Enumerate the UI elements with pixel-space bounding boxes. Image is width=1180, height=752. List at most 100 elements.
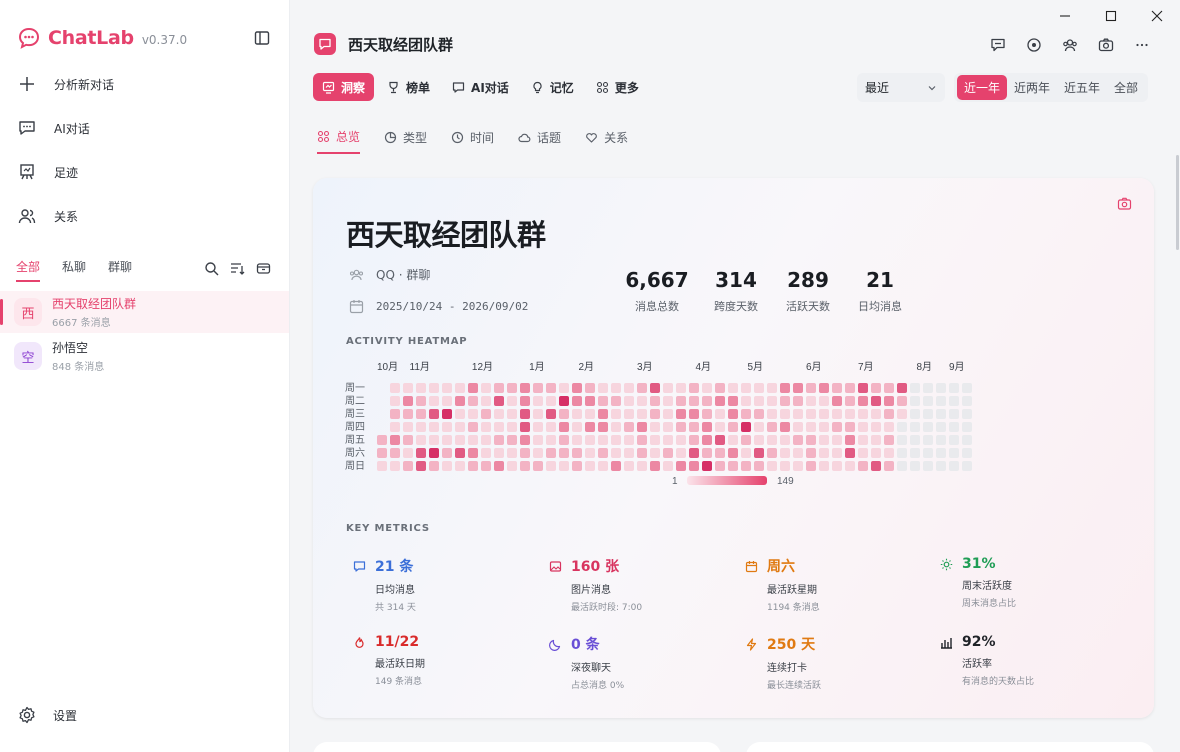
heatmap-cell[interactable] <box>650 461 660 471</box>
heatmap-cell[interactable] <box>858 422 868 432</box>
heatmap-cell[interactable] <box>637 435 647 445</box>
chat-list-item[interactable]: 空 孙悟空 848 条消息 <box>0 335 289 377</box>
heatmap-cell[interactable] <box>910 435 920 445</box>
subtab-overview[interactable]: 总览 <box>317 128 361 154</box>
heatmap-cell[interactable] <box>806 396 816 406</box>
range-1y[interactable]: 近一年 <box>957 75 1008 100</box>
heatmap-cell[interactable] <box>416 409 426 419</box>
heatmap-cell[interactable] <box>845 448 855 458</box>
heatmap-cell[interactable] <box>676 383 686 393</box>
heatmap-cell[interactable] <box>871 461 881 471</box>
heatmap-cell[interactable] <box>429 396 439 406</box>
heatmap-cell[interactable] <box>533 422 543 432</box>
heatmap-cell[interactable] <box>884 422 894 432</box>
heatmap-cell[interactable] <box>403 422 413 432</box>
heatmap-cell[interactable] <box>390 383 400 393</box>
heatmap-cell[interactable] <box>507 422 517 432</box>
heatmap-cell[interactable] <box>728 383 738 393</box>
maximize-button[interactable] <box>1088 8 1134 24</box>
heatmap-cell[interactable] <box>689 396 699 406</box>
subtab-type[interactable]: 类型 <box>384 128 427 154</box>
heatmap-cell[interactable] <box>923 448 933 458</box>
heatmap-cell[interactable] <box>754 435 764 445</box>
heatmap-cell[interactable] <box>819 435 829 445</box>
heatmap-cell[interactable] <box>871 396 881 406</box>
heatmap-cell[interactable] <box>962 409 972 419</box>
heatmap-cell[interactable] <box>390 396 400 406</box>
heatmap-cell[interactable] <box>728 461 738 471</box>
heatmap-cell[interactable] <box>611 435 621 445</box>
heatmap-cell[interactable] <box>923 409 933 419</box>
heatmap-cell[interactable] <box>377 435 387 445</box>
heatmap-cell[interactable] <box>429 422 439 432</box>
heatmap-cell[interactable] <box>741 461 751 471</box>
heatmap-cell[interactable] <box>559 461 569 471</box>
sidebar-toggle-icon[interactable] <box>254 30 270 46</box>
heatmap-cell[interactable] <box>754 448 764 458</box>
heatmap-cell[interactable] <box>403 396 413 406</box>
comment-icon[interactable] <box>990 37 1006 53</box>
heatmap-cell[interactable] <box>507 409 517 419</box>
heatmap-cell[interactable] <box>871 448 881 458</box>
heatmap-cell[interactable] <box>819 422 829 432</box>
heatmap-cell[interactable] <box>663 409 673 419</box>
heatmap-cell[interactable] <box>494 422 504 432</box>
heatmap-cell[interactable] <box>923 422 933 432</box>
heatmap-cell[interactable] <box>611 409 621 419</box>
heatmap-cell[interactable] <box>741 396 751 406</box>
heatmap-cell[interactable] <box>403 448 413 458</box>
heatmap-cell[interactable] <box>533 409 543 419</box>
heatmap-cell[interactable] <box>689 461 699 471</box>
heatmap-cell[interactable] <box>949 396 959 406</box>
more-icon[interactable] <box>1134 37 1150 53</box>
heatmap-cell[interactable] <box>390 448 400 458</box>
heatmap-cell[interactable] <box>871 435 881 445</box>
heatmap-cell[interactable] <box>494 435 504 445</box>
heatmap-cell[interactable] <box>962 396 972 406</box>
heatmap-cell[interactable] <box>923 383 933 393</box>
heatmap-cell[interactable] <box>832 396 842 406</box>
heatmap-cell[interactable] <box>520 422 530 432</box>
heatmap-cell[interactable] <box>962 435 972 445</box>
heatmap-cell[interactable] <box>481 435 491 445</box>
heatmap-cell[interactable] <box>884 448 894 458</box>
heatmap-cell[interactable] <box>949 435 959 445</box>
range-5y[interactable]: 近五年 <box>1057 75 1107 100</box>
heatmap-cell[interactable] <box>637 383 647 393</box>
heatmap-cell[interactable] <box>715 422 725 432</box>
tab-more[interactable]: 更多 <box>587 73 648 101</box>
tab-memory[interactable]: 记忆 <box>522 73 583 101</box>
heatmap-cell[interactable] <box>780 461 790 471</box>
heatmap-cell[interactable] <box>390 409 400 419</box>
heatmap-cell[interactable] <box>884 383 894 393</box>
heatmap-cell[interactable] <box>728 435 738 445</box>
heatmap-cell[interactable] <box>897 409 907 419</box>
heatmap-cell[interactable] <box>416 396 426 406</box>
heatmap-cell[interactable] <box>572 396 582 406</box>
heatmap-cell[interactable] <box>650 409 660 419</box>
heatmap-cell[interactable] <box>910 461 920 471</box>
heatmap-cell[interactable] <box>585 461 595 471</box>
heatmap-cell[interactable] <box>520 409 530 419</box>
subtab-time[interactable]: 时间 <box>451 128 494 154</box>
heatmap-cell[interactable] <box>897 435 907 445</box>
heatmap-cell[interactable] <box>936 422 946 432</box>
heatmap-cell[interactable] <box>806 422 816 432</box>
heatmap-cell[interactable] <box>598 383 608 393</box>
heatmap-cell[interactable] <box>884 396 894 406</box>
heatmap-cell[interactable] <box>676 461 686 471</box>
heatmap-cell[interactable] <box>741 409 751 419</box>
heatmap-cell[interactable] <box>546 435 556 445</box>
heatmap-cell[interactable] <box>780 448 790 458</box>
heatmap-cell[interactable] <box>598 396 608 406</box>
heatmap-cell[interactable] <box>546 422 556 432</box>
heatmap-cell[interactable] <box>702 409 712 419</box>
heatmap-cell[interactable] <box>702 448 712 458</box>
heatmap-cell[interactable] <box>715 448 725 458</box>
heatmap-cell[interactable] <box>728 448 738 458</box>
heatmap-cell[interactable] <box>910 422 920 432</box>
heatmap-cell[interactable] <box>806 435 816 445</box>
heatmap-cell[interactable] <box>611 383 621 393</box>
heatmap-cell[interactable] <box>793 448 803 458</box>
heatmap-cell[interactable] <box>884 435 894 445</box>
